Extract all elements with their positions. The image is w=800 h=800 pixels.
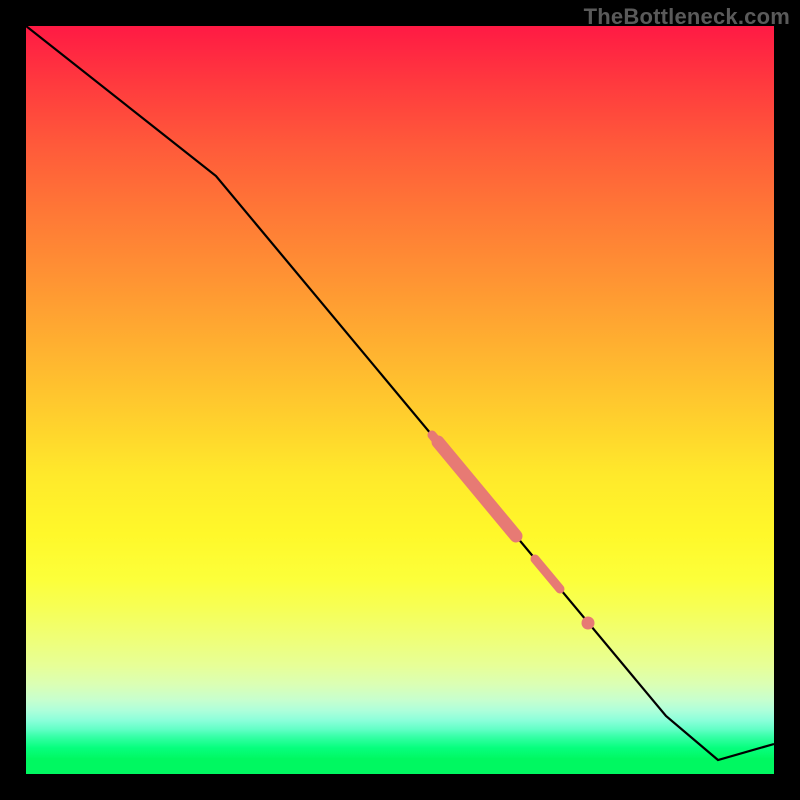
plot-area [26,26,774,774]
highlight-segment-main [438,442,516,536]
bottleneck-curve-line [26,26,774,760]
chart-container: TheBottleneck.com [0,0,800,800]
highlight-dot [582,617,595,630]
watermark-label: TheBottleneck.com [584,4,790,30]
chart-overlay [26,26,774,774]
highlight-segment-secondary [535,559,560,589]
